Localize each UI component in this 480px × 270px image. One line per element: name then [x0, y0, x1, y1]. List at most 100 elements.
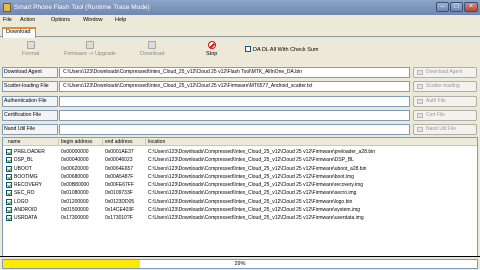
row-checkbox[interactable] — [6, 206, 12, 213]
partition-name-cell: LOGO — [14, 198, 29, 205]
end-address-cell: 0x0064E657 — [105, 165, 134, 172]
row-checkbox[interactable] — [6, 215, 12, 221]
certification-row: Certification File Cert File — [2, 110, 478, 121]
title-bar: Smart Phone Flash Tool (Runtime Trace Mo… — [0, 0, 480, 15]
scatter-loading-row: Scatter-loading File C:\Users\123\Downlo… — [2, 81, 478, 92]
download-agent-label: Download Agent — [2, 67, 58, 78]
begin-address-cell: 0x01200000 — [61, 198, 89, 205]
maximize-button[interactable]: □ — [450, 2, 463, 12]
download-agent-button[interactable]: Download Agent — [413, 67, 477, 78]
menu-options[interactable]: Options — [51, 17, 70, 23]
format-button[interactable]: Format — [22, 41, 39, 57]
menu-file[interactable]: File — [3, 17, 12, 23]
partition-name-cell: ANDROID — [14, 206, 38, 213]
folder-icon — [417, 70, 423, 75]
table-row[interactable]: UBOOT 0x00620000 0x0064E657 C:\Users\123\Do… — [3, 165, 477, 173]
menu-help[interactable]: Help — [115, 17, 126, 23]
cert-file-button-label: Cert File — [426, 112, 445, 118]
table-row[interactable]: BOOTIMG 0x00680000 0x00A5487F C:\Users\123\… — [3, 173, 477, 181]
folder-icon — [417, 99, 423, 104]
download-button[interactable]: Download — [140, 41, 164, 57]
scatter-loading-button[interactable]: Scatter-loading — [413, 81, 477, 92]
scatter-loading-button-label: Scatter-loading — [426, 83, 460, 89]
table-row[interactable]: PRELOADER 0x00000000 0x0001AE37 C:\Users\12… — [3, 148, 477, 156]
location-cell: C:\Users\123\Downloads\Compressed\Intex_… — [148, 182, 364, 188]
location-cell: C:\Users\123\Downloads\Compressed\Intex_… — [148, 173, 354, 180]
begin-address-cell: 0x00040000 — [61, 157, 89, 164]
download-agent-field[interactable]: C:\Users\123\Downloads\Compressed\Intex_… — [59, 67, 410, 78]
row-checkbox[interactable] — [6, 190, 12, 197]
certification-field[interactable] — [59, 110, 410, 121]
partition-name-cell: DSP_BL — [14, 157, 34, 164]
auth-file-button[interactable]: Auth File — [413, 96, 477, 107]
begin-address-cell: 0x01500000 — [61, 206, 89, 213]
stop-icon — [207, 41, 216, 49]
folder-icon — [417, 113, 423, 118]
end-address-cell: 0x00046023 — [105, 157, 133, 164]
table-row[interactable]: DSP_BL 0x00040000 0x00046023 C:\Users\123\D… — [3, 156, 477, 164]
app-icon — [3, 3, 11, 12]
da-dl-checksum-option[interactable]: DA DL All With Check Sum — [245, 46, 319, 53]
table-row[interactable]: SEC_RO 0x01080000 0x0109733F C:\Users\123\D… — [3, 189, 477, 197]
nand-util-button[interactable]: Nand Util File — [413, 124, 477, 135]
location-cell: C:\Users\123\Downloads\Compressed\Intex_… — [148, 190, 357, 197]
download-agent-button-label: Download Agent — [426, 69, 463, 75]
nand-util-field[interactable] — [59, 124, 410, 135]
format-label: Format — [22, 51, 40, 57]
flash-tool-window: Smart Phone Flash Tool (Runtime Trace Mo… — [0, 0, 480, 256]
row-checkbox[interactable] — [6, 165, 12, 172]
tab-download[interactable]: Download — [2, 27, 36, 38]
column-header-location[interactable]: location — [148, 139, 165, 145]
scatter-loading-field[interactable]: C:\Users\123\Downloads\Compressed\Intex_… — [59, 81, 410, 92]
nand-util-label: Nand Util File — [2, 124, 58, 135]
progress-text: 29% — [234, 261, 246, 267]
da-dl-checksum-checkbox[interactable] — [245, 46, 251, 52]
end-address-cell: 0x00FE67FF — [105, 182, 134, 188]
location-cell: C:\Users\123\Downloads\Compressed\Intex_… — [148, 215, 364, 221]
table-row[interactable]: LOGO 0x01200000 0x0123DD05 C:\Users\123\Dow… — [3, 198, 477, 206]
begin-address-cell: 0x00620000 — [61, 165, 89, 172]
begin-address-cell: 0x00000000 — [61, 149, 89, 155]
close-button[interactable]: × — [464, 2, 478, 12]
location-cell: C:\Users\123\Downloads\Compressed\Intex_… — [148, 149, 376, 155]
firmware-upgrade-button[interactable]: Firmware -> Upgrade — [64, 41, 116, 57]
partition-name-cell: RECOVERY — [14, 182, 42, 188]
toolbar: Format Firmware -> Upgrade Download Stop… — [0, 38, 480, 65]
nand-util-row: Nand Util File Nand Util File — [2, 124, 478, 135]
download-label: Download — [140, 51, 165, 57]
format-icon — [26, 41, 35, 49]
end-address-cell: 0x0001AE37 — [105, 149, 134, 155]
end-address-cell: 0x0123DD05 — [105, 198, 135, 205]
row-checkbox[interactable] — [6, 182, 12, 188]
begin-address-cell: 0x17300000 — [61, 215, 89, 221]
folder-icon — [417, 127, 423, 132]
column-header-name[interactable]: name — [8, 139, 21, 145]
tab-bar: Download — [0, 25, 480, 38]
row-checkbox[interactable] — [6, 198, 12, 205]
partition-table: name begin address end address location … — [2, 137, 478, 256]
row-checkbox[interactable] — [6, 173, 12, 180]
end-address-cell: 0x14CE403F — [105, 206, 135, 213]
table-row[interactable]: RECOVERY 0x00B80000 0x00FE67FF C:\Users\123… — [3, 181, 477, 189]
column-header-begin-address[interactable]: begin address — [61, 139, 92, 145]
end-address-cell: 0x0109733F — [105, 190, 133, 197]
table-header: name begin address end address location — [3, 138, 477, 146]
window-title: Smart Phone Flash Tool (Runtime Trace Mo… — [14, 4, 150, 11]
authentication-field[interactable] — [59, 96, 410, 107]
partition-name-cell: SEC_RO — [14, 190, 35, 197]
stop-button[interactable]: Stop — [206, 41, 217, 57]
location-cell: C:\Users\123\Downloads\Compressed\Intex_… — [148, 157, 354, 164]
row-checkbox[interactable] — [6, 149, 12, 155]
table-row[interactable]: ANDROID 0x01500000 0x14CE403F C:\Users\123\… — [3, 206, 477, 214]
cert-file-button[interactable]: Cert File — [413, 110, 477, 121]
table-row[interactable]: USRDATA 0x17300000 0x173010?F C:\Users\123\… — [3, 214, 477, 222]
partition-name-cell: PRELOADER — [14, 149, 45, 155]
menu-action[interactable]: Action — [20, 17, 35, 23]
partition-name-cell: USRDATA — [14, 215, 38, 221]
column-header-end-address[interactable]: end address — [105, 139, 133, 145]
minimize-button[interactable]: – — [436, 2, 449, 12]
download-progress-bar: 29% — [2, 259, 478, 269]
row-checkbox[interactable] — [6, 157, 12, 164]
menu-window[interactable]: Window — [83, 17, 103, 23]
location-cell: C:\Users\123\Downloads\Compressed\Intex_… — [148, 165, 367, 172]
